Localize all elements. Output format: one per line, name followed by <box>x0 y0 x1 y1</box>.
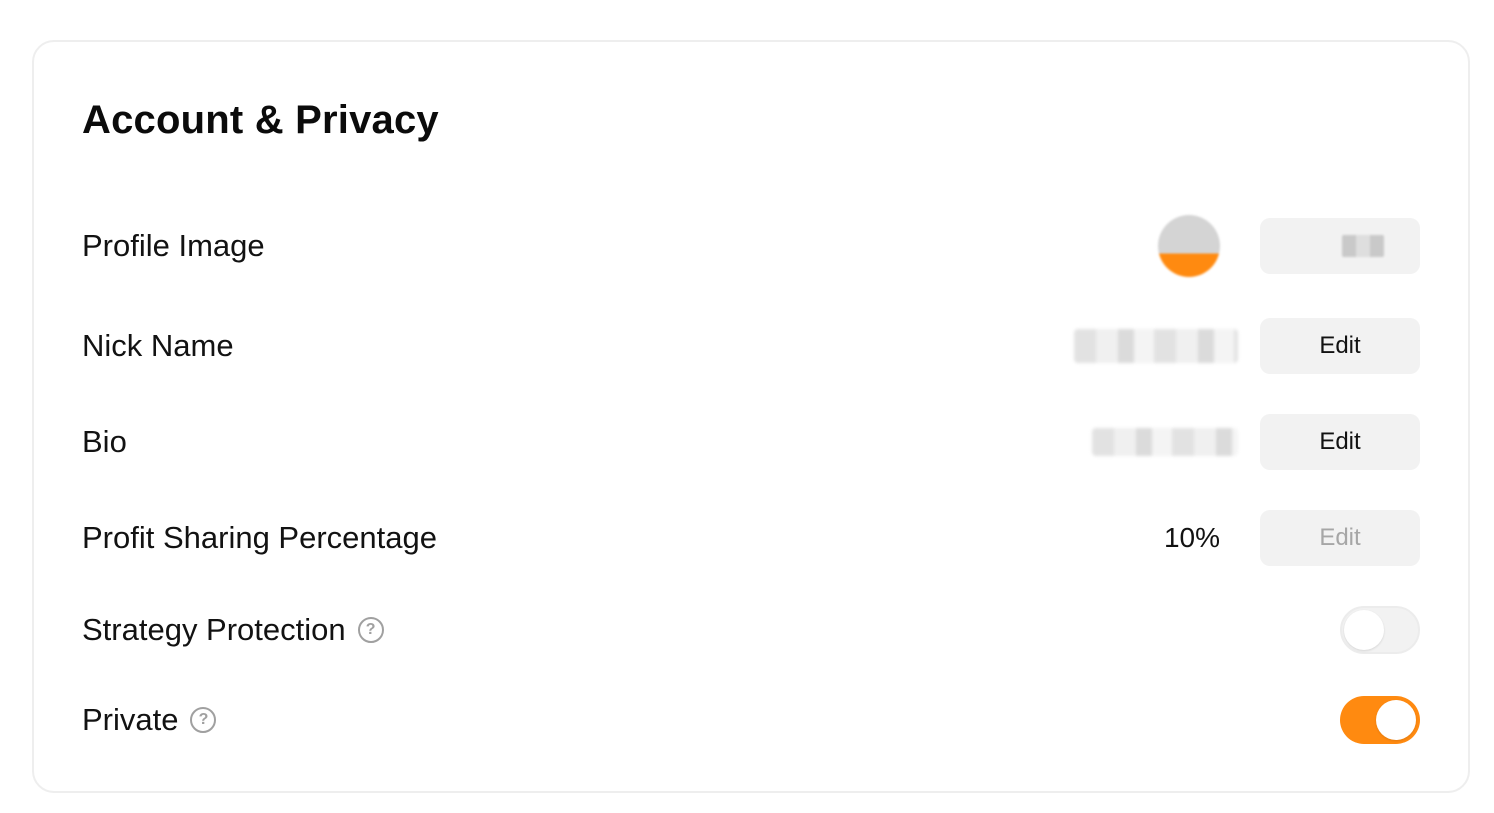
change-profile-image-button[interactable] <box>1260 218 1420 274</box>
profit-sharing-row: Profit Sharing Percentage 10% Edit <box>82 510 1420 566</box>
nick-name-value-redacted <box>1074 329 1238 363</box>
profile-image-row: Profile Image <box>82 215 1420 277</box>
strategy-protection-row: Strategy Protection ? <box>82 602 1420 658</box>
profit-sharing-value: 10% <box>1163 522 1220 553</box>
edit-profit-sharing-button[interactable]: Edit <box>1260 510 1420 566</box>
strategy-protection-label: Strategy Protection <box>82 612 346 647</box>
private-row: Private ? <box>82 692 1420 748</box>
question-circle-icon[interactable]: ? <box>190 707 217 733</box>
bio-value-redacted <box>1092 428 1238 456</box>
toggle-knob <box>1344 610 1384 650</box>
nick-name-row: Nick Name Edit <box>82 318 1420 374</box>
edit-bio-button[interactable]: Edit <box>1260 414 1420 470</box>
private-label: Private <box>82 702 179 737</box>
nick-name-label: Nick Name <box>82 328 234 363</box>
profile-image-label: Profile Image <box>82 228 265 263</box>
card-title: Account & Privacy <box>82 98 439 142</box>
bio-row: Bio Edit <box>82 414 1420 470</box>
redacted-button-label <box>1342 235 1384 257</box>
bio-label: Bio <box>82 424 127 459</box>
edit-nick-name-button[interactable]: Edit <box>1260 318 1420 374</box>
private-toggle[interactable] <box>1340 696 1420 744</box>
question-circle-icon[interactable]: ? <box>357 617 384 643</box>
strategy-protection-toggle[interactable] <box>1340 606 1420 654</box>
account-privacy-card: Account & Privacy Profile Image Nick Nam… <box>32 40 1470 793</box>
avatar <box>1158 215 1220 277</box>
profit-sharing-label: Profit Sharing Percentage <box>82 520 437 555</box>
toggle-knob <box>1376 700 1416 740</box>
